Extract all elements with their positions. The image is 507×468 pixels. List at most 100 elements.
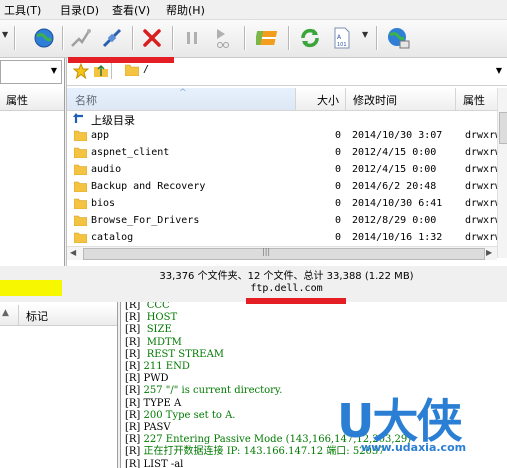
file-size: 0 bbox=[334, 181, 341, 192]
log-line: [R] 211 END bbox=[125, 361, 190, 373]
highlight-bar bbox=[0, 280, 62, 296]
remote-pane: / ▼ 名称 ^ 大小 修改时间 属性 上级目录 app 0 2014/10/30 … bbox=[66, 58, 507, 266]
folder-icon bbox=[124, 64, 140, 79]
local-pane: ▼ 属性 bbox=[0, 58, 65, 266]
menu-tools[interactable]: 工具(T) bbox=[4, 2, 41, 18]
globe-icon[interactable] bbox=[30, 24, 58, 52]
chevron-down-icon[interactable]: ▼ bbox=[362, 30, 368, 39]
file-row[interactable]: audio 0 2012/4/15 0:00 drwxrw bbox=[67, 162, 497, 179]
folder-icon bbox=[73, 232, 88, 244]
file-name: audio bbox=[91, 164, 122, 175]
vertical-scrollbar[interactable] bbox=[497, 88, 507, 258]
file-attr: drwxrw bbox=[465, 181, 497, 192]
log-line: [R] 257 "/" is current directory. bbox=[125, 385, 282, 397]
file-date: 2014/10/30 3:07 bbox=[352, 130, 443, 141]
file-size: 0 bbox=[334, 215, 341, 226]
connect-icon[interactable] bbox=[66, 24, 94, 52]
menu-view[interactable]: 查看(V) bbox=[112, 2, 150, 18]
watermark-site: www.udaxia.com bbox=[361, 441, 467, 454]
file-row[interactable]: app 0 2014/10/30 3:07 drwxrw bbox=[67, 128, 497, 145]
log-line: [R] HOST bbox=[125, 312, 177, 324]
log-tag: [R] bbox=[125, 397, 141, 409]
log-tag: [R] bbox=[125, 324, 141, 336]
file-row[interactable]: aspnet_client 0 2012/4/15 0:00 drwxrw bbox=[67, 145, 497, 162]
log-text: LIST -al bbox=[140, 458, 184, 468]
log-tag: [R] bbox=[125, 446, 141, 458]
file-size: 0 bbox=[334, 164, 341, 175]
file-name: catalog bbox=[91, 232, 134, 243]
file-date: 2012/4/15 0:00 bbox=[352, 164, 437, 175]
log-line: [R] MDTM bbox=[125, 337, 182, 349]
file-date: 2014/10/16 1:32 bbox=[352, 232, 443, 243]
up-dir-label: 上级目录 bbox=[91, 114, 135, 127]
parent-folder-icon[interactable] bbox=[93, 63, 109, 82]
log-text: SIZE bbox=[140, 324, 172, 336]
abort-icon[interactable] bbox=[138, 24, 166, 52]
file-date: 2012/4/15 0:00 bbox=[352, 147, 437, 158]
log-text: REST STREAM bbox=[140, 348, 225, 360]
menu-help[interactable]: 帮助(H) bbox=[166, 2, 205, 18]
file-name: Backup and Recovery bbox=[91, 181, 206, 192]
file-date: 2012/8/29 0:00 bbox=[352, 215, 437, 226]
log-line: [R] SIZE bbox=[125, 324, 172, 336]
star-icon[interactable] bbox=[72, 62, 90, 82]
local-column-header[interactable]: 属性 bbox=[0, 88, 64, 111]
chevron-down-icon[interactable]: ▼ bbox=[496, 66, 502, 75]
log-line: [R] REST STREAM bbox=[125, 349, 224, 361]
local-address-combo[interactable]: ▼ bbox=[0, 60, 62, 84]
log-tag: [R] bbox=[125, 422, 141, 433]
file-row[interactable]: Backup and Recovery 0 2014/6/2 20:48 drwxrw bbox=[67, 179, 497, 196]
log-text: CCC bbox=[140, 302, 170, 311]
column-name[interactable]: 名称 bbox=[75, 92, 97, 108]
horizontal-scrollbar[interactable]: ◀ ||| ▶ bbox=[67, 246, 497, 260]
log-text: 257 "/" is current directory. bbox=[140, 385, 283, 397]
log-tag: [R] bbox=[125, 361, 141, 372]
log-line: [R] PASV bbox=[125, 422, 171, 434]
menu-bar: 工具(T) 目录(D) 查看(V) 帮助(H) bbox=[0, 0, 507, 20]
site-manager-icon[interactable] bbox=[384, 24, 412, 52]
log-text: 200 Type set to A. bbox=[140, 409, 236, 421]
file-attr: drwxrw bbox=[465, 215, 497, 226]
queue-pane: ▲ 标记 bbox=[0, 302, 118, 468]
log-tag: [R] bbox=[125, 409, 141, 421]
file-row[interactable]: Browse_For_Drivers 0 2012/8/29 0:00 drwxrw bbox=[67, 213, 497, 230]
menu-directory[interactable]: 目录(D) bbox=[60, 2, 99, 18]
chevron-down-icon[interactable]: ▼ bbox=[51, 66, 57, 75]
watermark: U大侠 www.udaxia.com bbox=[335, 383, 507, 468]
file-attr: drwxrw bbox=[465, 130, 497, 141]
transfer-icon[interactable] bbox=[254, 24, 282, 52]
file-attr: drwxrw bbox=[465, 232, 497, 243]
column-modified[interactable]: 修改时间 bbox=[353, 92, 397, 108]
file-size: 0 bbox=[334, 147, 341, 158]
folder-icon bbox=[73, 198, 88, 210]
up-dir-row[interactable]: 上级目录 bbox=[67, 111, 497, 128]
sort-icon: ▲ bbox=[2, 308, 9, 318]
remote-path[interactable]: / bbox=[143, 64, 149, 75]
log-tag: [R] bbox=[125, 348, 141, 360]
column-size[interactable]: 大小 bbox=[317, 92, 339, 108]
log-line: [R] CCC bbox=[125, 302, 170, 312]
chevron-down-icon[interactable]: ▼ bbox=[2, 30, 8, 39]
file-name: bios bbox=[91, 198, 116, 209]
log-line: [R] 200 Type set to A. bbox=[125, 410, 235, 422]
folder-icon bbox=[73, 164, 88, 176]
pause-icon[interactable] bbox=[178, 24, 206, 52]
file-size: 0 bbox=[334, 232, 341, 243]
remote-address-bar[interactable]: / ▼ bbox=[67, 59, 507, 86]
remote-column-header: 名称 ^ 大小 修改时间 属性 bbox=[67, 88, 497, 111]
column-attr[interactable]: 属性 bbox=[463, 92, 485, 108]
log-tag: [R] bbox=[125, 336, 141, 348]
up-arrow-icon bbox=[73, 111, 87, 128]
ascii-mode-icon[interactable]: A 101 bbox=[328, 24, 356, 52]
log-text: 211 END bbox=[140, 361, 190, 372]
refresh-icon[interactable] bbox=[296, 24, 324, 52]
queue-header[interactable]: ▲ 标记 bbox=[0, 305, 117, 326]
toolbar: ▼ A 101 ▼ bbox=[0, 20, 507, 58]
disconnect-icon[interactable] bbox=[98, 24, 126, 52]
folder-icon bbox=[73, 215, 88, 227]
skip-icon[interactable] bbox=[208, 24, 236, 52]
file-row[interactable]: catalog 0 2014/10/16 1:32 drwxrw bbox=[67, 230, 497, 247]
folder-icon bbox=[73, 130, 88, 142]
file-row[interactable]: bios 0 2014/10/30 6:41 drwxrw bbox=[67, 196, 497, 213]
svg-text:101: 101 bbox=[337, 42, 347, 48]
